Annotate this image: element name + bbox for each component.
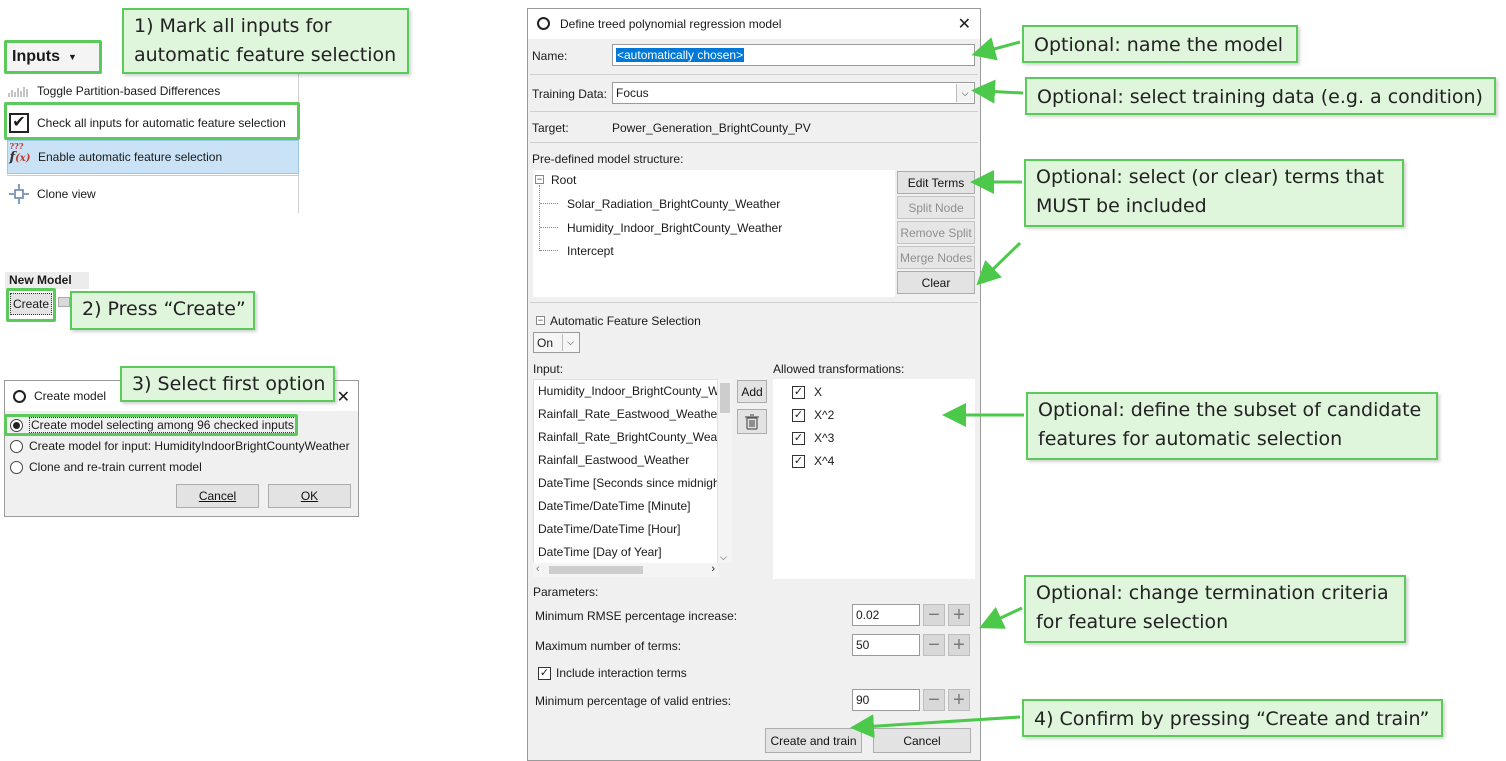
arrow-termination — [979, 606, 1023, 629]
annotation-arrows — [850, 37, 1024, 739]
arrow-name — [971, 37, 1021, 61]
arrow-training — [971, 79, 1024, 104]
arrow-create-train — [850, 714, 1021, 739]
arrow-clear — [976, 241, 1022, 286]
